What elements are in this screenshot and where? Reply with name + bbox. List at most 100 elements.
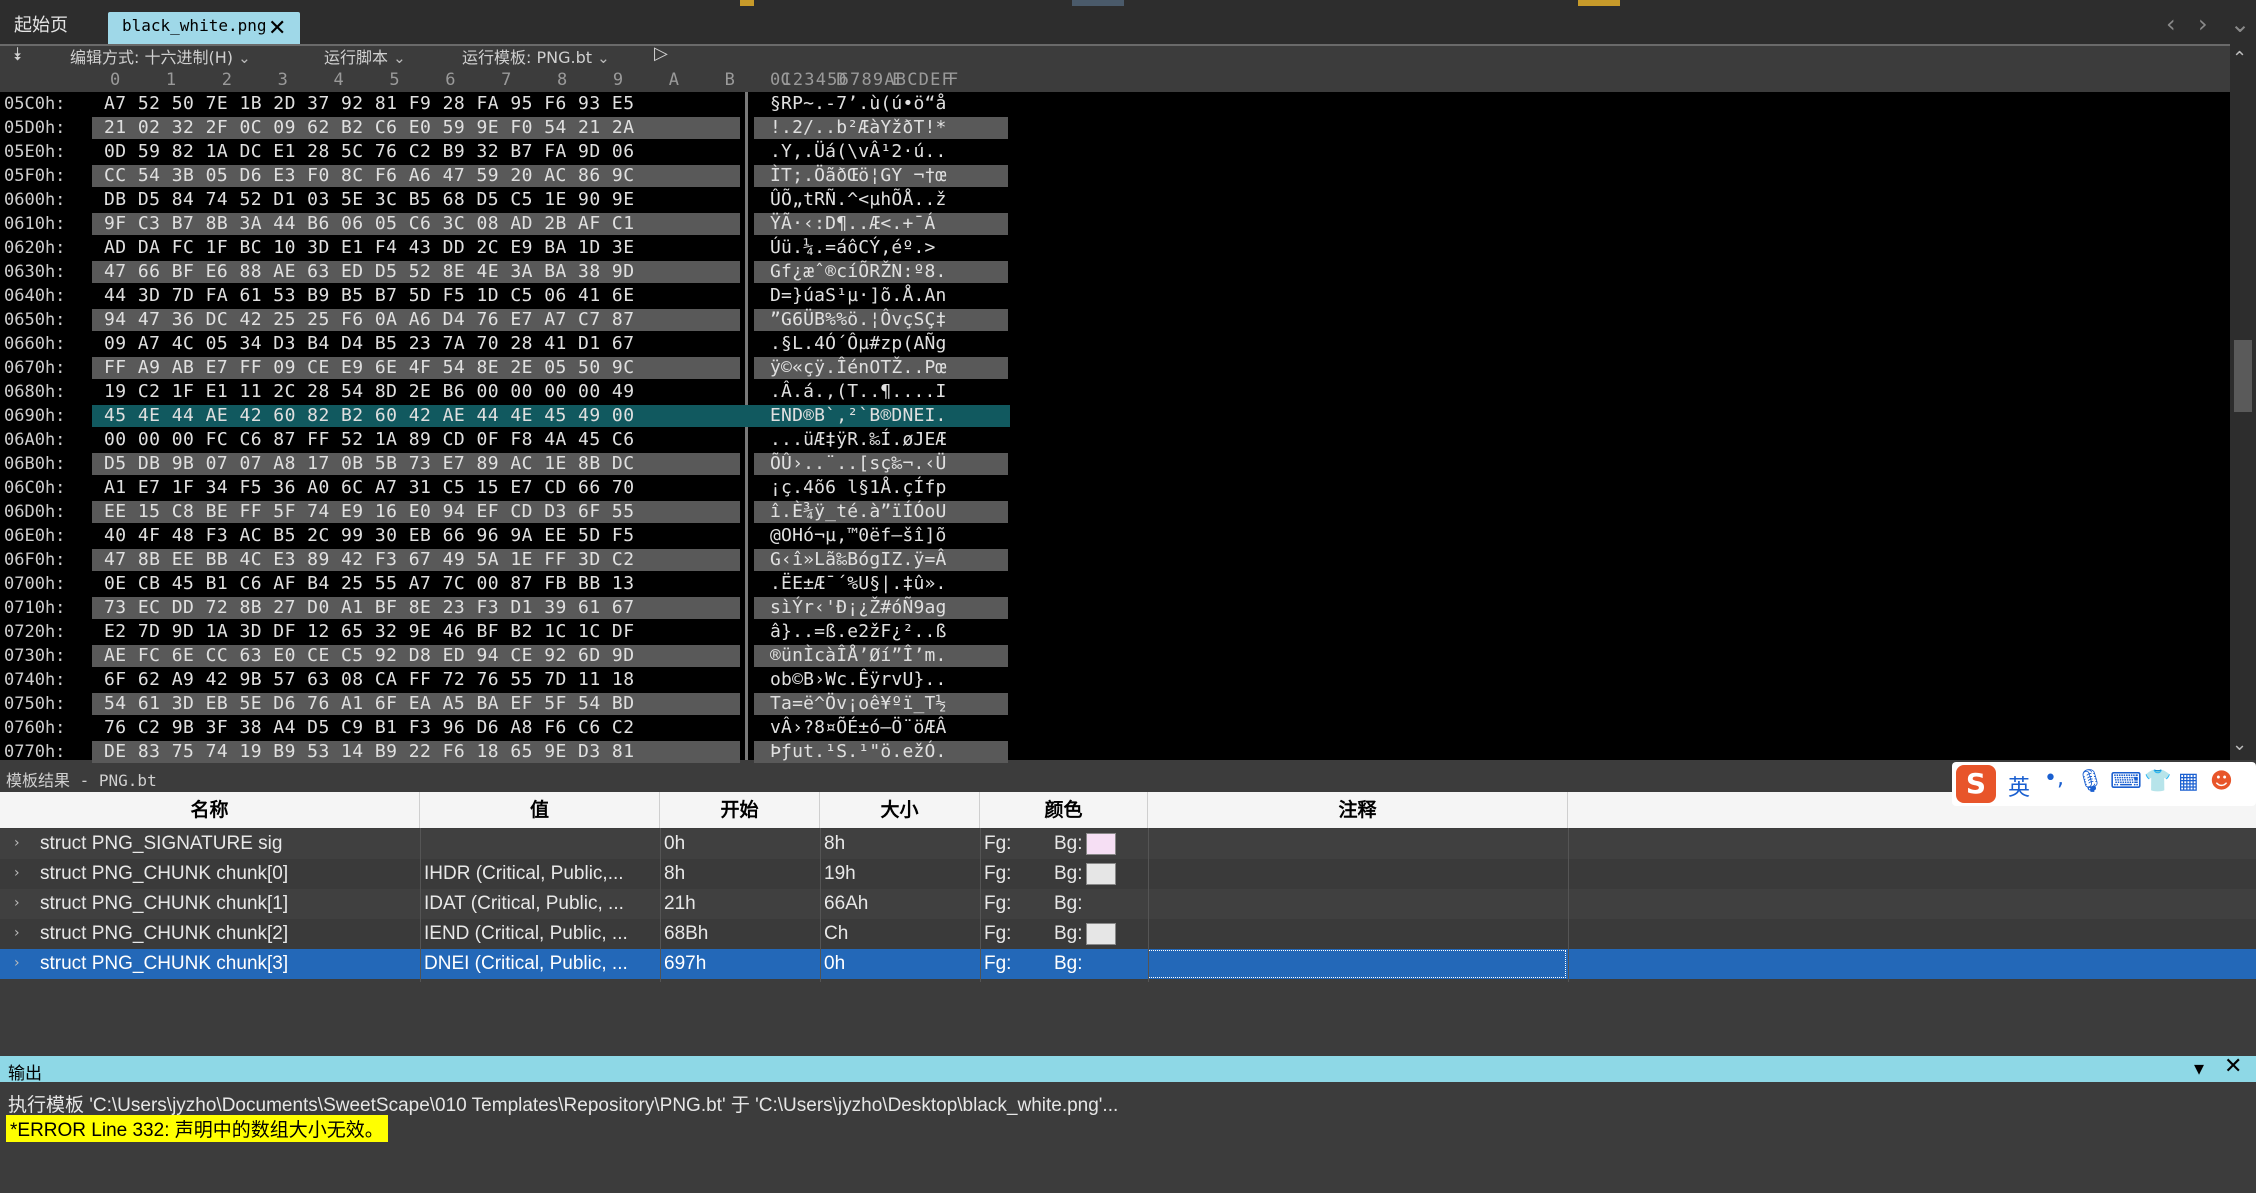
row-hex-bytes[interactable]: FF A9 AB E7 FF 09 CE E9 6E 4F 54 8E 2E 0… [104, 356, 635, 380]
row-ascii[interactable]: @OHó¬µ,™0ëf–šî]õ [770, 524, 947, 548]
row-ascii[interactable]: ...üÆ‡ÿR.‰Í.øJEÆ [770, 428, 947, 452]
hex-row[interactable]: 0610h: 9F C3 B7 8B 3A 44 B6 06 05 C6 3C 0… [0, 212, 1010, 236]
column-header-start[interactable]: 开始 [660, 792, 820, 828]
panel-menu-icon[interactable]: ▾ [2194, 1056, 2204, 1080]
hex-row[interactable]: 0660h: 09 A7 4C 05 34 D3 B4 D4 B5 23 7A 7… [0, 332, 1010, 356]
row-ascii[interactable]: ®ünÌcàÎÅ’Øí”Î’m. [770, 644, 947, 668]
row-hex-bytes[interactable]: 94 47 36 DC 42 25 25 F6 0A A6 D4 76 E7 A… [104, 308, 635, 332]
row-hex-bytes[interactable]: EE 15 C8 BE FF 5F 74 E9 16 E0 94 EF CD D… [104, 500, 635, 524]
column-header-name[interactable]: 名称 [0, 792, 420, 828]
row-ascii[interactable]: .Â.á.,(T..¶....I [770, 380, 947, 404]
row-ascii[interactable]: î.È¾ÿ_té.à”ïÍÓoU [770, 500, 947, 524]
toolbox-icon[interactable]: ▦ [2178, 769, 2199, 794]
hex-row[interactable]: 0640h: 44 3D 7D FA 61 53 B9 B5 B7 5D F5 1… [0, 284, 1010, 308]
mascot-icon[interactable]: ☻ [2210, 769, 2233, 794]
template-row[interactable]: › struct PNG_SIGNATURE sig 0h 8h Fg: Bg: [0, 829, 2256, 859]
hex-row[interactable]: 0630h: 47 66 BF E6 88 AE 63 ED D5 52 8E 4… [0, 260, 1010, 284]
punctuation-icon[interactable]: •, [2044, 766, 2064, 791]
hex-row[interactable]: 0650h: 94 47 36 DC 42 25 25 F6 0A A6 D4 7… [0, 308, 1010, 332]
row-hex-bytes[interactable]: 0E CB 45 B1 C6 AF B4 25 55 A7 7C 00 87 F… [104, 572, 635, 596]
template-row[interactable]: › struct PNG_CHUNK chunk[3] DNEI (Critical… [0, 949, 2256, 979]
row-hex-bytes[interactable]: 6F 62 A9 42 9B 57 63 08 CA FF 72 76 55 7… [104, 668, 635, 692]
row-ascii[interactable]: !.2/..b²ÆàYžðT!* [770, 116, 947, 140]
row-hex-bytes[interactable]: 45 4E 44 AE 42 60 82 B2 60 42 AE 44 4E 4… [104, 404, 635, 428]
hex-row[interactable]: 0770h: DE 83 75 74 19 B9 53 14 B9 22 F6 1… [0, 740, 1010, 764]
edit-mode-dropdown[interactable]: 编辑方式: 十六进制(H) ⌄ [70, 44, 251, 68]
row-ascii[interactable]: sìÝr‹'Ð¡¿Ž#óÑ9ag [770, 596, 947, 620]
row-ascii[interactable]: ÕÛ›..¨..[sç‰¬.‹Ü [770, 452, 947, 476]
row-hex-bytes[interactable]: A7 52 50 7E 1B 2D 37 92 81 F9 28 FA 95 F… [104, 92, 635, 116]
chevron-left-icon[interactable]: ‹ [2166, 10, 2176, 38]
scrollbar-thumb[interactable] [2234, 340, 2252, 412]
row-ascii[interactable]: §RP~.-7’.ù(ú•ö“å [770, 92, 947, 116]
row-hex-bytes[interactable]: DE 83 75 74 19 B9 53 14 B9 22 F6 18 65 9… [104, 740, 635, 764]
row-hex-bytes[interactable]: 09 A7 4C 05 34 D3 B4 D4 B5 23 7A 70 28 4… [104, 332, 635, 356]
hex-row[interactable]: 06D0h: EE 15 C8 BE FF 5F 74 E9 16 E0 94 E… [0, 500, 1010, 524]
run-template-dropdown[interactable]: 运行模板: PNG.bt ⌄ [462, 44, 610, 68]
row-ascii[interactable]: ÌT;.ÖãðŒö¦GY ¬†œ [770, 164, 947, 188]
row-hex-bytes[interactable]: 9F C3 B7 8B 3A 44 B6 06 05 C6 3C 08 AD 2… [104, 212, 635, 236]
row-hex-bytes[interactable]: 0D 59 82 1A DC E1 28 5C 76 C2 B9 32 B7 F… [104, 140, 635, 164]
row-ascii[interactable]: G‹î»Lã‰BógIZ.ÿ=Â [770, 548, 947, 572]
hex-row[interactable]: 05F0h: CC 54 3B 05 D6 E3 F0 8C F6 A6 47 5… [0, 164, 1010, 188]
hex-row[interactable]: 0750h: 54 61 3D EB 5E D6 76 A1 6F EA A5 B… [0, 692, 1010, 716]
row-hex-bytes[interactable]: 00 00 00 FC C6 87 FF 52 1A 89 CD 0F F8 4… [104, 428, 635, 452]
row-hex-bytes[interactable]: 40 4F 48 F3 AC B5 2C 99 30 EB 66 96 9A E… [104, 524, 635, 548]
row-ascii[interactable]: ÛÕ„tRÑ.^<µhÕÅ..ž [770, 188, 947, 212]
hex-row[interactable]: 0690h: 45 4E 44 AE 42 60 82 B2 60 42 AE 4… [0, 404, 1010, 428]
hex-row[interactable]: 0700h: 0E CB 45 B1 C6 AF B4 25 55 A7 7C 0… [0, 572, 1010, 596]
row-ascii[interactable]: .§L.4Ó´Ôµ#zp(AÑg [770, 332, 947, 356]
row-ascii[interactable]: ŸÃ·‹:D¶..Æ<.­+¯Á [770, 212, 936, 236]
skin-icon[interactable]: 👕 [2144, 769, 2171, 794]
row-ascii[interactable]: .ËE±Æ¯´%U§|.‡û». [770, 572, 947, 596]
microphone-icon[interactable]: 🎙 [2076, 769, 2104, 794]
row-hex-bytes[interactable]: E2 7D 9D 1A 3D DF 12 65 32 9E 46 BF B2 1… [104, 620, 635, 644]
hex-row[interactable]: 05D0h: 21 02 32 2F 0C 09 62 B2 C6 E0 59 9… [0, 116, 1010, 140]
row-hex-bytes[interactable]: CC 54 3B 05 D6 E3 F0 8C F6 A6 47 59 20 A… [104, 164, 635, 188]
row-ascii[interactable]: Þƒut.¹S.¹"ö.ežÓ. [770, 740, 947, 764]
column-header-value[interactable]: 值 [420, 792, 660, 828]
template-row[interactable]: › struct PNG_CHUNK chunk[2] IEND (Critical… [0, 919, 2256, 949]
hex-row[interactable]: 0740h: 6F 62 A9 42 9B 57 63 08 CA FF 72 7… [0, 668, 1010, 692]
row-hex-bytes[interactable]: 47 66 BF E6 88 AE 63 ED D5 52 8E 4E 3A B… [104, 260, 635, 284]
hex-row[interactable]: 06E0h: 40 4F 48 F3 AC B5 2C 99 30 EB 66 9… [0, 524, 1010, 548]
row-hex-bytes[interactable]: 44 3D 7D FA 61 53 B9 B5 B7 5D F5 1D C5 0… [104, 284, 635, 308]
tab-start-page[interactable]: 起始页 [14, 12, 68, 44]
hex-row[interactable]: 0760h: 76 C2 9B 3F 38 A4 D5 C9 B1 F3 96 D… [0, 716, 1010, 740]
run-icon[interactable]: ▷ [654, 43, 668, 64]
column-header-size[interactable]: 大小 [820, 792, 980, 828]
column-header-color[interactable]: 颜色 [980, 792, 1148, 828]
keyboard-icon[interactable]: ⌨ [2110, 769, 2142, 794]
row-ascii[interactable]: .Y,.Üá(\vÂ¹2·ú.. [770, 140, 947, 164]
row-ascii[interactable]: D=}úaS¹µ·]õ.Å.An [770, 284, 947, 308]
hex-row[interactable]: 0670h: FF A9 AB E7 FF 09 CE E9 6E 4F 54 8… [0, 356, 1010, 380]
row-ascii[interactable]: â}..=ß.e2žF¿²..ß [770, 620, 947, 644]
chevron-right-icon[interactable]: › [14, 955, 20, 971]
chevron-right-icon[interactable]: › [2198, 10, 2208, 38]
chevron-right-icon[interactable]: › [14, 865, 20, 881]
row-hex-bytes[interactable]: 19 C2 1F E1 11 2C 28 54 8D 2E B6 00 00 0… [104, 380, 635, 404]
row-hex-bytes[interactable]: AD DA FC 1F BC 10 3D E1 F4 43 DD 2C E9 B… [104, 236, 635, 260]
row-ascii[interactable]: ¡ç.4õ6 l§1Å.çÍfp [770, 476, 947, 500]
hex-row[interactable]: 0710h: 73 EC DD 72 8B 27 D0 A1 BF 8E 23 F… [0, 596, 1010, 620]
run-script-dropdown[interactable]: 运行脚本 ⌄ [324, 44, 406, 68]
hex-row[interactable]: 0720h: E2 7D 9D 1A 3D DF 12 65 32 9E 46 B… [0, 620, 1010, 644]
row-ascii[interactable]: END®B`‚²`B®DNEI. [770, 404, 947, 428]
hex-row[interactable]: 0730h: AE FC 6E CC 63 E0 CE C5 92 D8 ED 9… [0, 644, 1010, 668]
row-hex-bytes[interactable]: 21 02 32 2F 0C 09 62 B2 C6 E0 59 9E F0 5… [104, 116, 635, 140]
column-header-comment[interactable]: 注释 [1148, 792, 1568, 828]
hex-row[interactable]: 06F0h: 47 8B EE BB 4C E3 89 42 F3 67 49 5… [0, 548, 1010, 572]
row-hex-bytes[interactable]: 47 8B EE BB 4C E3 89 42 F3 67 49 5A 1E F… [104, 548, 635, 572]
ime-language-toggle[interactable]: 英 [2008, 770, 2030, 802]
row-hex-bytes[interactable]: AE FC 6E CC 63 E0 CE C5 92 D8 ED 94 CE 9… [104, 644, 635, 668]
row-ascii[interactable]: Ta=ë^Öv¡oê¥ºï_T½ [770, 692, 947, 716]
close-icon[interactable]: ✕ [268, 16, 286, 41]
sogou-logo-icon[interactable]: S [1956, 765, 1996, 803]
scroll-down-icon[interactable]: ⌄ [2232, 734, 2247, 755]
comment-edit-cell[interactable] [1148, 950, 1566, 978]
row-hex-bytes[interactable]: DB D5 84 74 52 D1 03 5E 3C B5 68 D5 C5 1… [104, 188, 635, 212]
hex-row[interactable]: 06A0h: 00 00 00 FC C6 87 FF 52 1A 89 CD 0… [0, 428, 1010, 452]
scroll-up-icon[interactable]: ⌃ [2232, 48, 2247, 69]
row-ascii[interactable]: vÂ›?8¤ÕÉ±ó–Ö¨öÆÂ [770, 716, 947, 740]
template-row[interactable]: › struct PNG_CHUNK chunk[0] IHDR (Critical… [0, 859, 2256, 889]
